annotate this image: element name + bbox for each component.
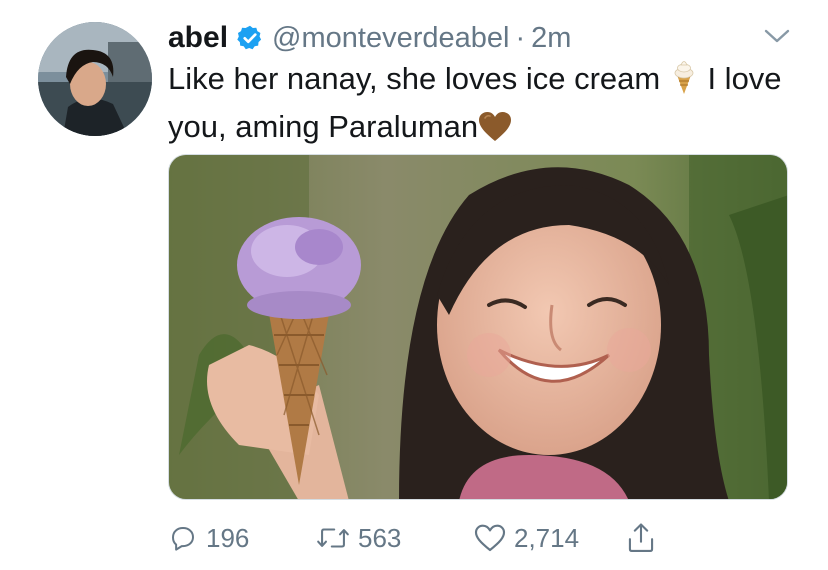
chevron-down-icon[interactable] (763, 26, 791, 46)
tweet-header: abel @monteverdeabel · 2m (168, 18, 571, 58)
retweet-icon (317, 528, 349, 548)
brown-heart-icon (478, 111, 512, 154)
share-button[interactable] (626, 518, 664, 558)
avatar-photo (38, 22, 152, 136)
reply-icon (172, 527, 194, 551)
author-handle[interactable]: @monteverdeabel (272, 22, 509, 55)
verified-badge-icon (236, 24, 264, 52)
tweet-media-image[interactable] (168, 154, 788, 500)
retweet-count: 563 (358, 522, 402, 553)
tweet-card[interactable]: abel @monteverdeabel · 2m Like her nanay… (0, 0, 828, 570)
tweet-text-part1: Like her nanay, she loves ice cream (168, 61, 669, 96)
like-count: 2,714 (514, 522, 580, 553)
media-photo (169, 155, 787, 499)
avatar[interactable] (38, 22, 152, 136)
tweet-actions: 196 563 2,714 (168, 518, 788, 558)
author-name[interactable]: abel (168, 21, 228, 55)
tweet-text: Like her nanay, she loves ice cream I lo… (168, 58, 788, 154)
reply-count: 196 (206, 522, 250, 553)
header-separator: · (515, 21, 526, 54)
share-icon (628, 523, 654, 552)
like-button[interactable]: 2,714 (474, 518, 579, 558)
reply-button[interactable]: 196 (168, 518, 249, 558)
retweet-button[interactable]: 563 (316, 518, 401, 558)
soft-ice-cream-icon (669, 59, 699, 106)
heart-icon (474, 524, 506, 552)
tweet-timestamp[interactable]: 2m (531, 22, 571, 55)
